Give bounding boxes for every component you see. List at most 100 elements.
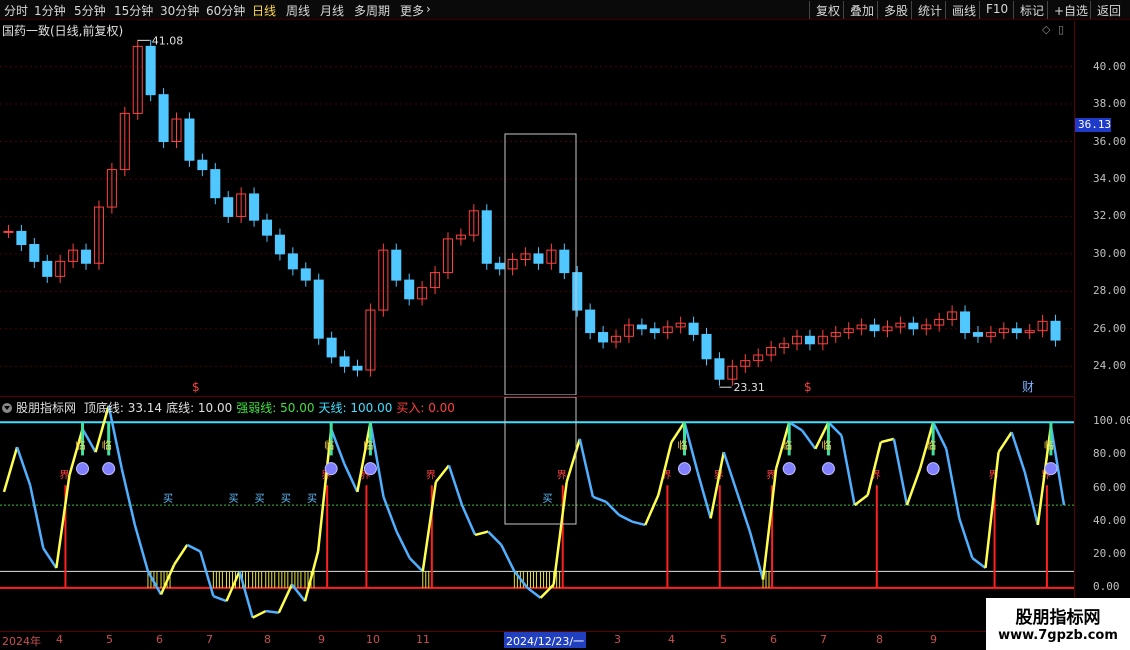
oscillator-segment bbox=[657, 441, 673, 496]
oscillator-segment bbox=[408, 557, 424, 573]
oscillator-segment bbox=[984, 451, 1000, 569]
indicator-param: 强弱线: 50.00 bbox=[236, 401, 315, 415]
oscillator-segment bbox=[42, 547, 58, 569]
date-label: 7 bbox=[206, 633, 213, 646]
oscillator-segment bbox=[526, 586, 542, 599]
overlay-button[interactable]: 叠加 bbox=[843, 1, 880, 19]
tf-weekly[interactable]: 周线 bbox=[286, 2, 310, 19]
oscillator-segment bbox=[369, 422, 385, 498]
oscillator-segment bbox=[866, 441, 883, 496]
stats-button[interactable]: 统计 bbox=[911, 1, 948, 19]
candle-body bbox=[223, 197, 234, 217]
price-tick-label: 38.00 bbox=[1093, 97, 1127, 111]
candle-body bbox=[287, 253, 298, 270]
face-icon bbox=[821, 462, 835, 476]
price-chart[interactable]: 41.08 23.31 $ $ 财 bbox=[0, 21, 1074, 395]
oscillator-segment bbox=[1010, 431, 1026, 473]
tf-daily[interactable]: 日线 bbox=[252, 2, 276, 19]
oscillator-segment bbox=[565, 438, 581, 483]
oscillator-segment bbox=[173, 544, 189, 566]
oscillator-segment bbox=[199, 551, 215, 597]
candle-body bbox=[972, 332, 984, 337]
date-label: 11 bbox=[416, 633, 430, 646]
candle-body bbox=[494, 262, 505, 270]
f10-button[interactable]: F10 bbox=[979, 1, 1014, 19]
oscillator-segment bbox=[788, 421, 803, 432]
candle-body bbox=[649, 328, 660, 334]
candle-body bbox=[404, 279, 415, 300]
toolbar: 分时 1分钟 5分钟 15分钟 30分钟 60分钟 日线 周线 月线 多周期 更… bbox=[0, 0, 1130, 20]
chart-title: 国药一致(日线,前复权) bbox=[2, 24, 124, 38]
candle-body bbox=[29, 244, 40, 262]
tf-multi[interactable]: 多周期 bbox=[354, 2, 390, 19]
candle-body bbox=[197, 159, 208, 171]
collapse-icon[interactable] bbox=[2, 403, 12, 413]
candle-body bbox=[481, 210, 492, 264]
oscillator-segment bbox=[592, 495, 607, 503]
tf-60min[interactable]: 60分钟 bbox=[206, 2, 245, 19]
diamond-icon[interactable]: ◇ bbox=[1042, 23, 1050, 36]
mark-button[interactable]: 标记 bbox=[1013, 1, 1050, 19]
tf-monthly[interactable]: 月线 bbox=[320, 2, 344, 19]
date-label: 8 bbox=[876, 633, 883, 646]
oscillator-segment bbox=[28, 484, 45, 549]
face-icon bbox=[324, 462, 338, 476]
add-watchlist-button[interactable]: +自选 bbox=[1047, 1, 1094, 19]
oscillator-segment bbox=[265, 609, 279, 614]
indicator-chart[interactable]: 界界界界界界界界界界界临临临临临临临临临买买买买买买 bbox=[0, 397, 1074, 631]
indicator-pane[interactable]: 界界界界界界界界界界界临临临临临临临临临买买买买买买 股朋指标网 顶底线: 33… bbox=[0, 396, 1074, 630]
oscillator-segment bbox=[748, 531, 765, 580]
date-label: 10 bbox=[366, 633, 380, 646]
indicator-tick-label: 100.00 bbox=[1093, 414, 1130, 428]
candle-body bbox=[533, 253, 544, 264]
candle-body bbox=[81, 249, 92, 264]
candle-body bbox=[249, 193, 260, 221]
tf-15min[interactable]: 15分钟 bbox=[114, 2, 153, 19]
oscillator-segment bbox=[709, 451, 725, 519]
draw-line-button[interactable]: 画线 bbox=[945, 1, 982, 19]
buy-signal-label: 买 bbox=[228, 493, 238, 505]
near-signal-label: 临 bbox=[821, 439, 831, 452]
oscillator-segment bbox=[225, 570, 241, 602]
oscillator-segment bbox=[343, 463, 359, 493]
face-icon bbox=[782, 462, 796, 476]
near-signal-label: 临 bbox=[1044, 439, 1054, 452]
tf-5min[interactable]: 5分钟 bbox=[74, 2, 106, 19]
date-label: 3 bbox=[614, 633, 621, 646]
price-tick-label: 28.00 bbox=[1093, 284, 1127, 298]
indicator-param: 买入: 0.00 bbox=[396, 401, 455, 415]
layout-icon[interactable]: ▯ bbox=[1058, 23, 1064, 36]
date-label: 8 bbox=[264, 633, 271, 646]
oscillator-segment bbox=[552, 481, 568, 585]
tf-more[interactable]: 更多 bbox=[400, 2, 424, 19]
candle-body bbox=[804, 335, 815, 345]
multi-stock-button[interactable]: 多股 bbox=[877, 1, 914, 19]
price-tick-label: 30.00 bbox=[1093, 246, 1127, 260]
oscillator-segment bbox=[944, 448, 961, 519]
chevron-right-icon[interactable]: › bbox=[426, 2, 431, 16]
watermark-url: www.7gpzb.com bbox=[998, 628, 1118, 643]
candle-body bbox=[184, 118, 195, 161]
face-icon bbox=[926, 462, 940, 476]
face-icon bbox=[677, 462, 691, 476]
candle-body bbox=[42, 260, 53, 277]
candle-body bbox=[210, 169, 221, 199]
candle-body bbox=[274, 234, 285, 255]
price-pane[interactable]: 41.08 23.31 $ $ 财 国药一致(日线,前复权) ◇ ▯ bbox=[0, 21, 1074, 395]
oscillator-segment bbox=[2, 446, 19, 493]
near-signal-label: 临 bbox=[76, 439, 86, 452]
oscillator-segment bbox=[146, 570, 163, 596]
tf-30min[interactable]: 30分钟 bbox=[160, 2, 199, 19]
price-tick-label: 24.00 bbox=[1093, 359, 1127, 373]
high-price-label: 41.08 bbox=[152, 34, 184, 47]
date-label: 5 bbox=[720, 633, 727, 646]
oscillator-segment bbox=[303, 551, 320, 602]
event-marker: $ bbox=[192, 380, 200, 394]
candle-body bbox=[313, 279, 324, 339]
tf-fenshi[interactable]: 分时 bbox=[4, 2, 28, 19]
tf-1min[interactable]: 1分钟 bbox=[34, 2, 66, 19]
back-button[interactable]: 返回 bbox=[1090, 1, 1127, 19]
oscillator-segment bbox=[252, 609, 267, 619]
fuquan-button[interactable]: 复权 bbox=[809, 1, 846, 19]
crosshair-date-label: 2024/12/23/一 bbox=[504, 632, 587, 648]
